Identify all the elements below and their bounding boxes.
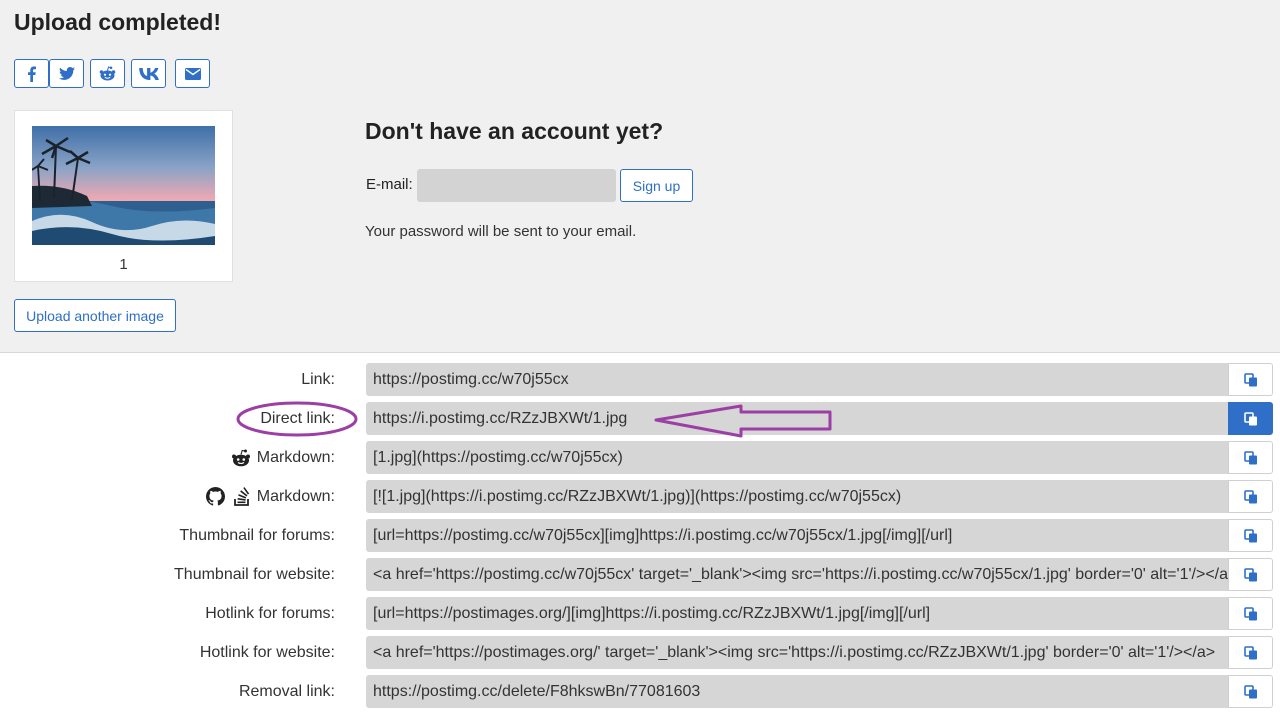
share-reddit-button[interactable] (90, 59, 125, 88)
copy-icon (1243, 684, 1257, 698)
copy-removal-link-button[interactable] (1228, 675, 1273, 708)
github-markdown-field[interactable]: [![1.jpg](https://i.postimg.cc/RZzJBXWt/… (366, 480, 1228, 513)
image-caption: 1 (119, 256, 128, 273)
copy-direct-link-button[interactable] (1228, 402, 1273, 435)
direct-link-label: Direct link: (260, 409, 335, 427)
vk-icon (138, 67, 159, 80)
copy-icon (1243, 528, 1257, 542)
hotlink-forums-field[interactable]: [url=https://postimages.org/][img]https:… (366, 597, 1228, 630)
copy-thumbnail-forums-button[interactable] (1228, 519, 1273, 552)
email-field[interactable] (417, 169, 616, 202)
link-row: Link: https://postimg.cc/w70j55cx (0, 363, 1280, 396)
copy-icon (1243, 567, 1257, 581)
uploaded-image-thumbnail[interactable] (32, 126, 215, 245)
removal-link-field[interactable]: https://postimg.cc/delete/F8hkswBn/77081… (366, 675, 1228, 708)
hotlink-forums-label: Hotlink for forums: (205, 604, 335, 622)
hotlink-website-label: Hotlink for website: (199, 643, 335, 661)
github-markdown-row: Markdown: [![1.jpg](https://i.postimg.cc… (0, 480, 1280, 513)
share-twitter-button[interactable] (49, 59, 84, 88)
github-icon (205, 487, 225, 506)
page-title: Upload completed! (14, 9, 222, 35)
facebook-icon (28, 66, 36, 82)
email-label: E-mail: (366, 176, 413, 193)
hotlink-website-field[interactable]: <a href='https://postimages.org/' target… (366, 636, 1228, 669)
thumbnail-website-row: Thumbnail for website: <a href='https://… (0, 558, 1280, 591)
stackoverflow-icon (233, 486, 249, 506)
reddit-markdown-label: Markdown: (231, 441, 335, 474)
copy-thumbnail-website-button[interactable] (1228, 558, 1273, 591)
copy-icon (1243, 411, 1257, 425)
reddit-markdown-field[interactable]: [1.jpg](https://postimg.cc/w70j55cx) (366, 441, 1228, 474)
thumbnail-website-field[interactable]: <a href='https://postimg.cc/w70j55cx' ta… (366, 558, 1228, 591)
upload-another-button[interactable]: Upload another image (14, 299, 176, 332)
sign-up-button[interactable]: Sign up (620, 169, 693, 202)
link-field[interactable]: https://postimg.cc/w70j55cx (366, 363, 1228, 396)
copy-icon (1243, 645, 1257, 659)
github-markdown-label-text: Markdown: (256, 487, 335, 505)
copy-icon (1243, 372, 1257, 386)
hotlink-website-row: Hotlink for website: <a href='https://po… (0, 636, 1280, 669)
copy-reddit-markdown-button[interactable] (1228, 441, 1273, 474)
copy-link-button[interactable] (1228, 363, 1273, 396)
reddit-markdown-label-text: Markdown: (256, 448, 335, 466)
upload-summary-panel: Upload completed! 1 Upload another image… (0, 0, 1280, 353)
share-vk-button[interactable] (131, 59, 166, 88)
copy-hotlink-website-button[interactable] (1228, 636, 1273, 669)
account-title: Don't have an account yet? (365, 118, 664, 144)
github-markdown-label: Markdown: (205, 480, 335, 513)
direct-link-field[interactable]: https://i.postimg.cc/RZzJBXWt/1.jpg (366, 402, 1228, 435)
password-note: Your password will be sent to your email… (365, 223, 637, 240)
removal-link-label: Removal link: (238, 682, 335, 700)
copy-github-markdown-button[interactable] (1228, 480, 1273, 513)
copy-icon (1243, 606, 1257, 620)
twitter-icon (58, 67, 75, 80)
share-facebook-button[interactable] (14, 59, 49, 88)
share-email-button[interactable] (175, 59, 210, 88)
copy-hotlink-forums-button[interactable] (1228, 597, 1273, 630)
copy-icon (1243, 450, 1257, 464)
reddit-icon (99, 66, 116, 81)
reddit-markdown-row: Markdown: [1.jpg](https://postimg.cc/w70… (0, 441, 1280, 474)
link-label: Link: (301, 370, 335, 388)
thumbnail-website-label: Thumbnail for website: (174, 565, 335, 583)
thumbnail-forums-field[interactable]: [url=https://postimg.cc/w70j55cx][img]ht… (366, 519, 1228, 552)
thumbnail-forums-row: Thumbnail for forums: [url=https://posti… (0, 519, 1280, 552)
envelope-icon (184, 67, 201, 80)
uploaded-image-card[interactable]: 1 (14, 110, 233, 282)
direct-link-row: Direct link: https://i.postimg.cc/RZzJBX… (0, 402, 1280, 435)
reddit-icon (231, 449, 250, 466)
thumbnail-forums-label: Thumbnail for forums: (179, 526, 335, 544)
copy-icon (1243, 489, 1257, 503)
hotlink-forums-row: Hotlink for forums: [url=https://postima… (0, 597, 1280, 630)
removal-link-row: Removal link: https://postimg.cc/delete/… (0, 675, 1280, 708)
